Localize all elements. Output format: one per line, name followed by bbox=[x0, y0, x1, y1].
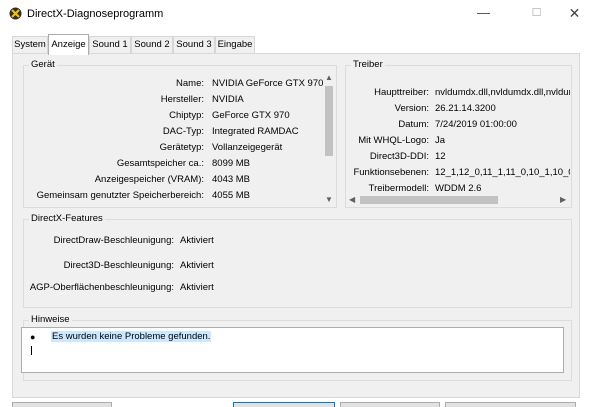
driver-group-label: Treiber bbox=[351, 59, 385, 70]
device-shared-memory-value: 4055 MB bbox=[212, 190, 251, 201]
device-total-memory-label: Gesamtspeicher ca.: bbox=[116, 158, 204, 169]
device-manufacturer-value: NVIDIA bbox=[212, 94, 244, 105]
tab-sound-3[interactable]: Sound 3 bbox=[173, 36, 215, 54]
device-vram-label: Anzeigespeicher (VRAM): bbox=[94, 174, 204, 185]
scroll-up-icon[interactable]: ▲ bbox=[325, 73, 333, 82]
title-bar: DirectX-Diagnoseprogramm — ☐ ✕ bbox=[0, 0, 590, 30]
directx-features-group-label: DirectX-Features bbox=[29, 213, 105, 224]
tab-eingabe[interactable]: Eingabe bbox=[215, 36, 255, 54]
direct3d-value: Aktiviert bbox=[180, 260, 214, 271]
tab-system[interactable]: System bbox=[12, 36, 48, 54]
driver-feature-levels-value: 12_1,12_0,11_1,11_0,10_1,10_0, bbox=[435, 167, 570, 178]
driver-main-value: nvldumdx.dll,nvldumdx.dll,nvldumd bbox=[435, 87, 570, 98]
scrollbar-thumb[interactable] bbox=[360, 196, 498, 204]
driver-version-value: 26.21.14.3200 bbox=[435, 103, 496, 114]
device-group-label: Gerät bbox=[29, 59, 57, 70]
scroll-right-icon[interactable]: ▶ bbox=[560, 195, 566, 204]
driver-whql-value: Ja bbox=[435, 135, 446, 146]
directdraw-label: DirectDraw-Beschleunigung: bbox=[53, 235, 174, 246]
save-all-info-button[interactable] bbox=[340, 402, 440, 407]
device-name-label: Name: bbox=[176, 78, 204, 89]
notes-textbox[interactable]: ● Es wurden keine Probleme gefunden. bbox=[21, 327, 564, 373]
device-vertical-scrollbar[interactable]: ▲ ▼ bbox=[323, 72, 335, 206]
device-total-memory-value: 8099 MB bbox=[212, 158, 251, 169]
bullet-icon: ● bbox=[30, 332, 36, 342]
device-info-list: Name: NVIDIA GeForce GTX 970 Hersteller:… bbox=[24, 72, 324, 206]
driver-d3d-ddi-label: Direct3D-DDI: bbox=[369, 151, 429, 162]
driver-version-label: Version: bbox=[394, 103, 429, 114]
tab-sound-1[interactable]: Sound 1 bbox=[89, 36, 131, 54]
tab-anzeige[interactable]: Anzeige bbox=[48, 34, 89, 55]
next-page-button[interactable] bbox=[233, 402, 335, 407]
agp-value: Aktiviert bbox=[180, 282, 214, 293]
note-item: Es wurden keine Probleme gefunden. bbox=[51, 331, 212, 342]
device-devicetype-label: Gerätetyp: bbox=[159, 142, 204, 153]
directdraw-value: Aktiviert bbox=[180, 235, 214, 246]
driver-d3d-ddi-value: 12 bbox=[435, 151, 446, 162]
exit-button[interactable] bbox=[445, 402, 576, 407]
driver-model-label: Treibermodell: bbox=[368, 183, 429, 192]
driver-date-label: Datum: bbox=[398, 119, 429, 130]
device-manufacturer-label: Hersteller: bbox=[160, 94, 204, 105]
minimize-icon[interactable]: — bbox=[461, 0, 506, 28]
driver-date-value: 7/24/2019 01:00:00 bbox=[435, 119, 517, 130]
scrollbar-thumb[interactable] bbox=[325, 86, 333, 156]
agp-label: AGP-Oberflächenbeschleunigung: bbox=[29, 282, 174, 293]
device-dactype-label: DAC-Typ: bbox=[162, 126, 204, 137]
tab-sound-2[interactable]: Sound 2 bbox=[131, 36, 173, 54]
close-icon[interactable]: ✕ bbox=[552, 0, 590, 28]
device-shared-memory-label: Gemeinsam genutzter Speicherbereich: bbox=[36, 190, 204, 201]
device-chiptype-label: Chiptyp: bbox=[169, 110, 204, 121]
device-chiptype-value: GeForce GTX 970 bbox=[212, 110, 290, 121]
text-caret bbox=[31, 346, 32, 355]
device-dactype-value: Integrated RAMDAC bbox=[212, 126, 299, 137]
directx-app-icon bbox=[9, 7, 22, 20]
notes-group-label: Hinweise bbox=[29, 314, 72, 325]
driver-feature-levels-label: Funktionsebenen: bbox=[353, 167, 429, 178]
driver-info-list: Haupttreiber: nvldumdx.dll,nvldumdx.dll,… bbox=[346, 72, 570, 192]
device-name-value: NVIDIA GeForce GTX 970 bbox=[212, 78, 324, 89]
scroll-left-icon[interactable]: ◀ bbox=[349, 195, 355, 204]
driver-horizontal-scrollbar[interactable]: ◀ ▶ bbox=[347, 194, 570, 206]
driver-whql-label: Mit WHQL-Logo: bbox=[358, 135, 429, 146]
driver-model-value: WDDM 2.6 bbox=[435, 183, 482, 192]
driver-main-label: Haupttreiber: bbox=[374, 87, 429, 98]
direct3d-label: Direct3D-Beschleunigung: bbox=[63, 260, 174, 271]
help-button[interactable] bbox=[12, 402, 112, 407]
scroll-down-icon[interactable]: ▼ bbox=[325, 195, 333, 204]
device-devicetype-value: Vollanzeigegerät bbox=[212, 142, 283, 153]
window-title: DirectX-Diagnoseprogramm bbox=[27, 8, 164, 20]
device-vram-value: 4043 MB bbox=[212, 174, 251, 185]
